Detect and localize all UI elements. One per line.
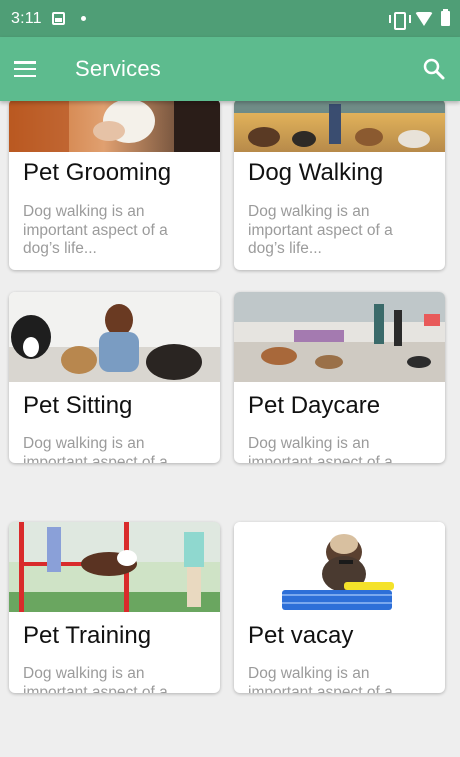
service-card-dog-walking[interactable]: Dog Walking Dog walking is an important …: [234, 101, 445, 270]
pet-daycare-image: [234, 292, 445, 382]
search-icon: [423, 58, 445, 80]
page-title: Services: [75, 56, 161, 81]
card-title: Pet Daycare: [248, 392, 381, 419]
vibrate-icon: [389, 11, 411, 30]
card-title: Dog Walking: [248, 159, 384, 186]
menu-icon: [14, 61, 36, 77]
card-description: Dog walking is an important aspect of a …: [23, 665, 168, 693]
services-grid: Pet Grooming Dog walking is an important…: [0, 101, 460, 757]
pet-sitting-image: [9, 292, 220, 382]
status-bar: 3:11: [0, 0, 460, 37]
service-card-pet-grooming[interactable]: Pet Grooming Dog walking is an important…: [9, 101, 220, 270]
search-button[interactable]: [408, 37, 460, 101]
wifi-icon: [415, 11, 433, 26]
service-card-pet-sitting[interactable]: Pet Sitting Dog walking is an important …: [9, 292, 220, 463]
app-bar: Services: [0, 37, 460, 101]
battery-icon: [441, 9, 450, 26]
menu-button[interactable]: [0, 37, 50, 101]
card-title: Pet vacay: [248, 622, 354, 649]
service-card-pet-vacay[interactable]: Pet vacay Dog walking is an important as…: [234, 522, 445, 693]
card-description: Dog walking is an important aspect of a …: [248, 203, 393, 257]
notification-dot-icon: [80, 16, 86, 21]
service-card-pet-training[interactable]: Pet Training Dog walking is an important…: [9, 522, 220, 693]
card-title: Pet Sitting: [23, 392, 133, 419]
card-description: Dog walking is an important aspect of a …: [23, 435, 168, 463]
status-time: 3:11: [11, 9, 42, 27]
image-notification-icon: [51, 12, 65, 25]
dog-walking-image: [234, 101, 445, 152]
card-description: Dog walking is an important aspect of a …: [248, 665, 393, 693]
card-description: Dog walking is an important aspect of a …: [23, 203, 168, 257]
service-card-pet-daycare[interactable]: Pet Daycare Dog walking is an important …: [234, 292, 445, 463]
pet-vacay-image: [234, 522, 445, 612]
card-description: Dog walking is an important aspect of a …: [248, 435, 393, 463]
pet-grooming-image: [9, 101, 220, 152]
card-title: Pet Training: [23, 622, 152, 649]
card-title: Pet Grooming: [23, 159, 172, 186]
pet-training-image: [9, 522, 220, 612]
